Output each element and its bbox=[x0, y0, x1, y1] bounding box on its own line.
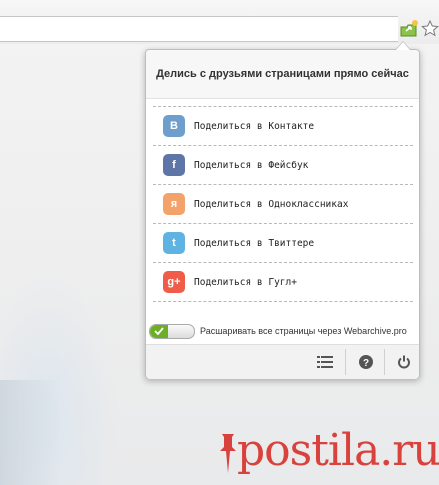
bookmark-star-icon[interactable] bbox=[421, 19, 439, 39]
share-label: Поделиться в Одноклассниках bbox=[194, 198, 349, 210]
help-icon[interactable]: ? bbox=[355, 351, 377, 373]
svg-text:?: ? bbox=[363, 358, 369, 369]
vk-icon: В bbox=[163, 115, 185, 137]
share-all-toggle[interactable] bbox=[149, 323, 195, 339]
odnoklassniki-icon: я bbox=[163, 193, 185, 215]
share-extension-icon[interactable] bbox=[398, 19, 420, 39]
popup-title: Делись с друзьями страницами прямо сейча… bbox=[156, 68, 409, 80]
share-all-setting: Расшаривать все страницы через Webarchiv… bbox=[149, 322, 417, 340]
share-popup: Делись с друзьями страницами прямо сейча… bbox=[145, 41, 420, 379]
share-vk-button[interactable]: В Поделиться в Контакте bbox=[153, 107, 413, 146]
share-all-label: Расшаривать все страницы через Webarchiv… bbox=[200, 326, 407, 336]
check-icon bbox=[154, 327, 164, 335]
address-bar[interactable] bbox=[0, 16, 398, 42]
footer-divider bbox=[345, 349, 346, 375]
background-shape bbox=[0, 380, 60, 485]
share-label: Поделиться в Гугл+ bbox=[194, 276, 297, 288]
share-odnoklassniki-button[interactable]: я Поделиться в Одноклассниках bbox=[153, 185, 413, 224]
twitter-icon: t bbox=[163, 232, 185, 254]
share-google-plus-button[interactable]: g+ Поделиться в Гугл+ bbox=[153, 263, 413, 302]
facebook-icon: f bbox=[163, 154, 185, 176]
popup-footer: ? bbox=[146, 344, 419, 379]
share-label: Поделиться в Твиттере bbox=[194, 237, 315, 249]
watermark-text: postila.ru bbox=[237, 425, 439, 476]
toggle-on-indicator bbox=[150, 324, 168, 338]
share-facebook-button[interactable]: f Поделиться в Фейсбук bbox=[153, 146, 413, 185]
list-icon[interactable] bbox=[314, 351, 336, 373]
share-twitter-button[interactable]: t Поделиться в Твиттере bbox=[153, 224, 413, 263]
share-list: В Поделиться в Контакте f Поделиться в Ф… bbox=[153, 106, 413, 302]
postila-watermark: postila.ru bbox=[219, 420, 439, 476]
footer-divider bbox=[384, 349, 385, 375]
google-plus-icon: g+ bbox=[163, 271, 185, 293]
share-label: Поделиться в Фейсбук bbox=[194, 159, 309, 171]
power-icon[interactable] bbox=[393, 351, 415, 373]
popup-arrow bbox=[395, 41, 411, 50]
share-label: Поделиться в Контакте bbox=[194, 120, 315, 132]
popup-header: Делись с друзьями страницами прямо сейча… bbox=[146, 50, 419, 99]
pin-icon bbox=[220, 434, 236, 473]
